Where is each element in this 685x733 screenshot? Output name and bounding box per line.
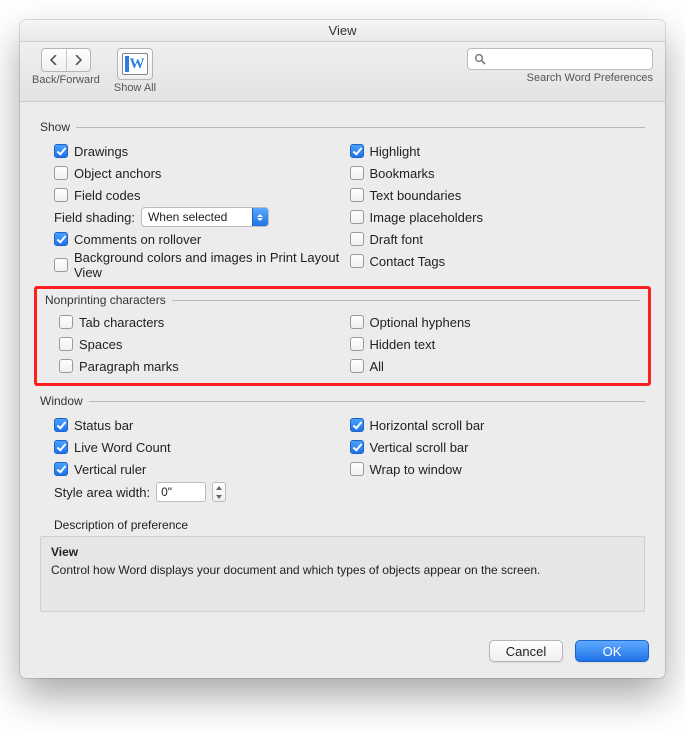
style-area-input[interactable]: 0" bbox=[156, 482, 206, 502]
checkbox-wrap-window[interactable] bbox=[350, 462, 364, 476]
search-label: Search Word Preferences bbox=[527, 72, 653, 84]
checkbox-contact-tags[interactable] bbox=[350, 254, 364, 268]
label-hidden-text: Hidden text bbox=[370, 337, 436, 352]
checkbox-all[interactable] bbox=[350, 359, 364, 373]
chevron-right-icon bbox=[74, 55, 82, 65]
checkbox-comments-rollover[interactable] bbox=[54, 232, 68, 246]
section-window-heading: Window bbox=[40, 394, 645, 408]
description-body: Control how Word displays your document … bbox=[51, 563, 634, 577]
back-button[interactable] bbox=[42, 49, 66, 71]
label-draft-font: Draft font bbox=[370, 232, 423, 247]
description-heading: Description of preference bbox=[54, 518, 645, 532]
cancel-button[interactable]: Cancel bbox=[489, 640, 563, 662]
description-box: View Control how Word displays your docu… bbox=[40, 536, 645, 612]
label-vertical-ruler: Vertical ruler bbox=[74, 462, 146, 477]
label-contact-tags: Contact Tags bbox=[370, 254, 446, 269]
label-comments-rollover: Comments on rollover bbox=[74, 232, 201, 247]
style-area-stepper[interactable] bbox=[212, 482, 226, 502]
updown-caret-icon bbox=[252, 208, 268, 226]
checkbox-paragraph-marks[interactable] bbox=[59, 359, 73, 373]
field-shading-select[interactable]: When selected bbox=[141, 207, 269, 227]
stepper-down-icon[interactable] bbox=[213, 492, 225, 501]
checkbox-object-anchors[interactable] bbox=[54, 166, 68, 180]
field-shading-label: Field shading: bbox=[54, 210, 135, 225]
description-title: View bbox=[51, 545, 634, 559]
checkbox-tab-characters[interactable] bbox=[59, 315, 73, 329]
ok-button[interactable]: OK bbox=[575, 640, 649, 662]
checkbox-vertical-ruler[interactable] bbox=[54, 462, 68, 476]
footer: Cancel OK bbox=[20, 626, 665, 678]
label-all: All bbox=[370, 359, 384, 374]
checkbox-hidden-text[interactable] bbox=[350, 337, 364, 351]
checkbox-spaces[interactable] bbox=[59, 337, 73, 351]
forward-button[interactable] bbox=[66, 49, 90, 71]
label-vertical-scroll: Vertical scroll bar bbox=[370, 440, 469, 455]
show-all-label: Show All bbox=[114, 82, 156, 94]
label-optional-hyphens: Optional hyphens bbox=[370, 315, 471, 330]
search-input[interactable] bbox=[490, 51, 649, 67]
checkbox-highlight[interactable] bbox=[350, 144, 364, 158]
label-image-placeholders: Image placeholders bbox=[370, 210, 483, 225]
label-horizontal-scroll: Horizontal scroll bar bbox=[370, 418, 485, 433]
label-drawings: Drawings bbox=[74, 144, 128, 159]
checkbox-image-placeholders[interactable] bbox=[350, 210, 364, 224]
word-icon: W bbox=[122, 53, 148, 75]
label-wrap-window: Wrap to window bbox=[370, 462, 462, 477]
back-forward-label: Back/Forward bbox=[32, 74, 100, 86]
checkbox-status-bar[interactable] bbox=[54, 418, 68, 432]
checkbox-draft-font[interactable] bbox=[350, 232, 364, 246]
label-text-boundaries: Text boundaries bbox=[370, 188, 462, 203]
label-background-colors: Background colors and images in Print La… bbox=[74, 250, 350, 280]
search-icon bbox=[474, 53, 486, 65]
checkbox-background-colors[interactable] bbox=[54, 258, 68, 272]
search-field[interactable] bbox=[467, 48, 653, 70]
label-field-codes: Field codes bbox=[74, 188, 140, 203]
chevron-left-icon bbox=[50, 55, 58, 65]
checkbox-text-boundaries[interactable] bbox=[350, 188, 364, 202]
toolbar: Back/Forward W Show All Search Word Pref… bbox=[20, 42, 665, 102]
label-tab-characters: Tab characters bbox=[79, 315, 164, 330]
highlight-nonprinting: Nonprinting characters Tab characters Sp… bbox=[34, 286, 651, 386]
section-show-heading: Show bbox=[40, 120, 645, 134]
checkbox-field-codes[interactable] bbox=[54, 188, 68, 202]
style-area-label: Style area width: bbox=[54, 485, 150, 500]
checkbox-live-word-count[interactable] bbox=[54, 440, 68, 454]
checkbox-bookmarks[interactable] bbox=[350, 166, 364, 180]
show-all-button[interactable]: W bbox=[117, 48, 153, 80]
window-title: View bbox=[20, 20, 665, 42]
label-status-bar: Status bar bbox=[74, 418, 133, 433]
checkbox-optional-hyphens[interactable] bbox=[350, 315, 364, 329]
label-highlight: Highlight bbox=[370, 144, 421, 159]
stepper-up-icon[interactable] bbox=[213, 483, 225, 492]
label-paragraph-marks: Paragraph marks bbox=[79, 359, 179, 374]
checkbox-vertical-scroll[interactable] bbox=[350, 440, 364, 454]
checkbox-horizontal-scroll[interactable] bbox=[350, 418, 364, 432]
label-spaces: Spaces bbox=[79, 337, 122, 352]
section-nonprinting-heading: Nonprinting characters bbox=[45, 293, 640, 307]
back-forward-segmented bbox=[41, 48, 91, 72]
label-bookmarks: Bookmarks bbox=[370, 166, 435, 181]
checkbox-drawings[interactable] bbox=[54, 144, 68, 158]
label-object-anchors: Object anchors bbox=[74, 166, 161, 181]
label-live-word-count: Live Word Count bbox=[74, 440, 171, 455]
preferences-window: View Back/Forward W Show All bbox=[20, 20, 665, 678]
